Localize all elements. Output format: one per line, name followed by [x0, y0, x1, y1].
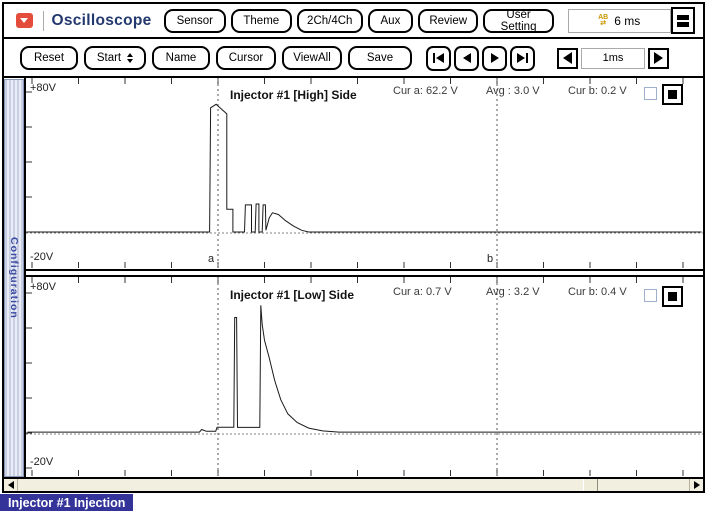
ch2-avg-readout: Avg : 3.2 V: [486, 286, 540, 298]
ch2-checkbox-checked[interactable]: [662, 286, 683, 307]
sensor-button[interactable]: Sensor: [164, 9, 226, 33]
ch1-cursor-a-readout: Cur a: 62.2 V: [393, 85, 458, 97]
scroll-left-button[interactable]: [4, 479, 18, 491]
ab-time-value: 6 ms: [614, 14, 640, 28]
aux-button[interactable]: Aux: [368, 9, 413, 33]
checkbox-fill-icon: [668, 292, 677, 301]
ch1-vmin-label: -20V: [30, 251, 53, 263]
scroll-right-icon: [694, 481, 700, 489]
start-button[interactable]: Start: [84, 46, 146, 70]
scope-channel1-canvas[interactable]: [26, 78, 703, 269]
ch2-title: Injector #1 [Low] Side: [230, 288, 354, 302]
skip-to-start-button[interactable]: [426, 46, 451, 71]
theme-button[interactable]: Theme: [231, 9, 292, 33]
toolbar-divider: [43, 11, 44, 31]
menu-icon: [677, 15, 689, 20]
ch1-checkbox-unchecked[interactable]: [644, 87, 657, 100]
ch1-vmax-label: +80V: [30, 82, 56, 94]
ch1-checkbox-checked[interactable]: [662, 84, 683, 105]
app-dropdown-button[interactable]: [16, 13, 33, 28]
user-setting-button[interactable]: User Setting: [483, 9, 553, 33]
primary-toolbar: Oscilloscope Sensor Theme 2Ch/4Ch Aux Re…: [4, 4, 703, 37]
plot-separator-top: [24, 269, 703, 271]
skip-to-end-button[interactable]: [510, 46, 535, 71]
scroll-right-button[interactable]: [689, 479, 703, 491]
ch2-cursor-a-readout: Cur a: 0.7 V: [393, 286, 452, 298]
scroll-left-icon: [8, 481, 14, 489]
save-button[interactable]: Save: [348, 46, 412, 70]
channel-mode-button[interactable]: 2Ch/4Ch: [297, 9, 363, 33]
app-title: Oscilloscope: [51, 12, 151, 30]
step-back-button[interactable]: [454, 46, 479, 71]
ch2-checkbox-unchecked[interactable]: [644, 289, 657, 302]
scrollbar-thumb[interactable]: [583, 479, 598, 491]
cursor-a-label: a: [208, 253, 214, 265]
cursor-ab-time-icon: AB ⇄: [598, 15, 608, 27]
step-forward-icon: [491, 53, 499, 63]
scope-channel2-canvas[interactable]: [26, 277, 703, 477]
ch2-cursor-b-readout: Cur b: 0.4 V: [568, 286, 627, 298]
ch1-avg-readout: Avg : 3.0 V: [486, 85, 540, 97]
configuration-tab-label: Configuration: [8, 237, 20, 319]
step-back-icon: [463, 53, 471, 63]
viewall-button[interactable]: ViewAll: [282, 46, 342, 70]
cursor-b-label: b: [487, 253, 493, 265]
configuration-tab[interactable]: Configuration: [4, 79, 24, 477]
timebase-value[interactable]: 1ms: [581, 48, 645, 69]
skip-back-icon: [433, 53, 435, 63]
timebase-decrease-button[interactable]: [557, 48, 578, 69]
reset-button[interactable]: Reset: [20, 46, 78, 70]
timebase-increase-button[interactable]: [648, 48, 669, 69]
horizontal-scrollbar[interactable]: [4, 479, 703, 491]
chevron-down-icon: [20, 18, 28, 23]
review-button[interactable]: Review: [418, 9, 479, 33]
toolbar-separator: [4, 37, 703, 39]
secondary-toolbar: Reset Start Name Cursor ViewAll Save 1ms: [4, 40, 703, 76]
ch1-title: Injector #1 [High] Side: [230, 88, 357, 102]
status-badge: Injector #1 Injection: [0, 494, 133, 511]
menu-button[interactable]: [671, 7, 695, 34]
timebase-left-icon: [563, 52, 572, 64]
oscilloscope-window: Oscilloscope Sensor Theme 2Ch/4Ch Aux Re…: [0, 0, 713, 521]
ch2-vmin-label: -20V: [30, 456, 53, 468]
step-forward-button[interactable]: [482, 46, 507, 71]
ch1-cursor-b-readout: Cur b: 0.2 V: [568, 85, 627, 97]
cursor-button[interactable]: Cursor: [216, 46, 276, 70]
skip-forward-icon: [517, 53, 525, 63]
spinner-updown-icon: [127, 53, 133, 63]
ch2-vmax-label: +80V: [30, 281, 56, 293]
timebase-right-icon: [654, 52, 663, 64]
checkbox-fill-icon: [668, 90, 677, 99]
name-button[interactable]: Name: [152, 46, 210, 70]
ab-time-display: AB ⇄ 6 ms: [568, 9, 671, 33]
